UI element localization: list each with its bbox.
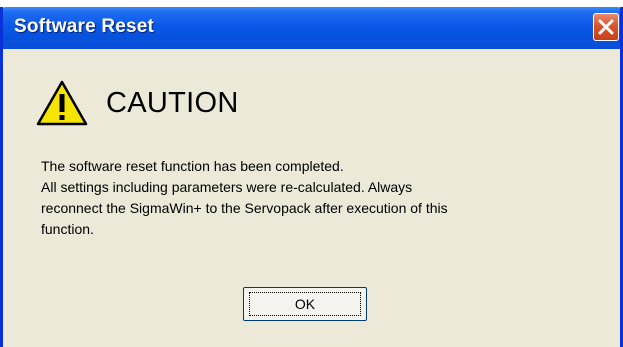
message-line: reconnect the SigmaWin+ to the Servopack… bbox=[41, 200, 448, 216]
title-bar[interactable]: Software Reset bbox=[3, 7, 620, 49]
close-button[interactable] bbox=[593, 13, 619, 41]
caution-header: CAUTION bbox=[36, 73, 239, 133]
message-line: All settings including parameters were r… bbox=[41, 179, 413, 195]
message-line: The software reset function has been com… bbox=[41, 158, 344, 174]
caution-heading: CAUTION bbox=[106, 86, 239, 119]
dialog-content: CAUTION The software reset function has … bbox=[3, 49, 620, 347]
ok-button[interactable]: OK bbox=[243, 287, 367, 321]
close-icon bbox=[598, 19, 614, 35]
dialog-window: Software Reset CAUTION The software rese… bbox=[0, 7, 623, 347]
message-line: function. bbox=[41, 221, 94, 237]
warning-icon bbox=[36, 80, 88, 126]
window-title: Software Reset bbox=[14, 16, 155, 37]
message-text: The software reset function has been com… bbox=[41, 156, 581, 240]
ok-button-label: OK bbox=[249, 292, 361, 316]
